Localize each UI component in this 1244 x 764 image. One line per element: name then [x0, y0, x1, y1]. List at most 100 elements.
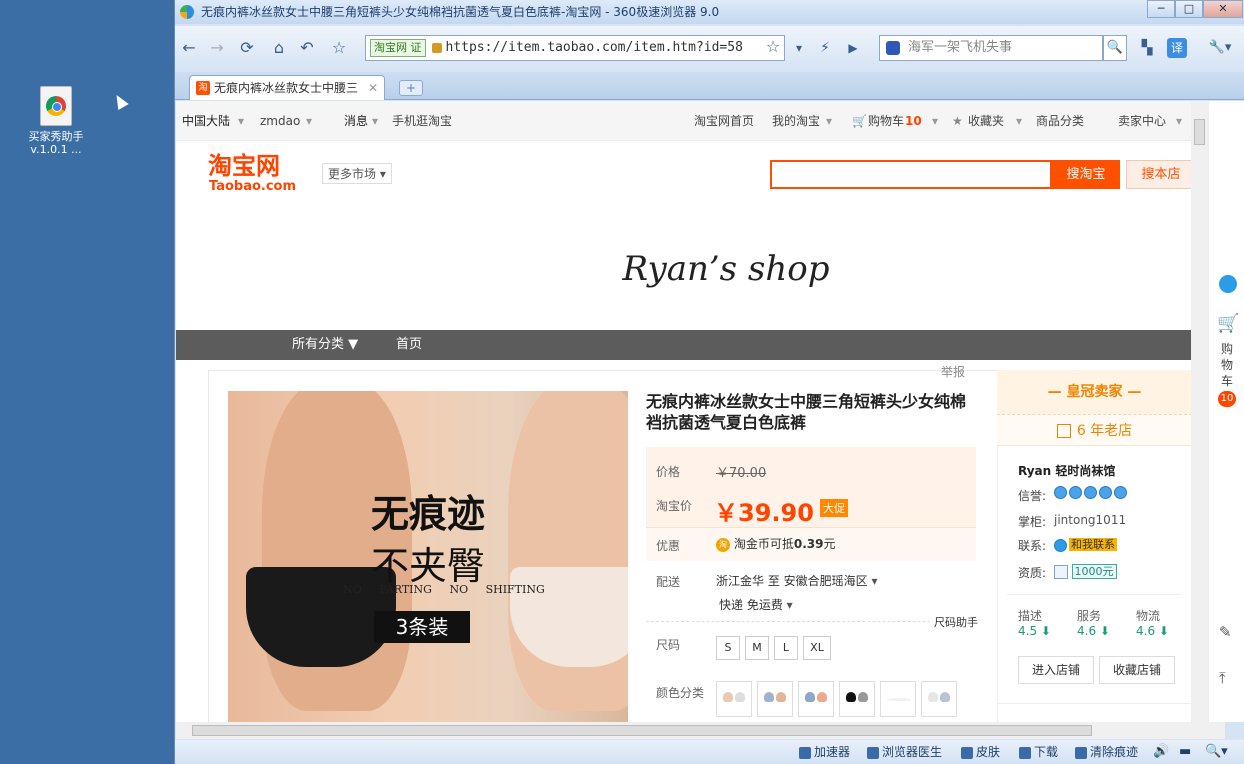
shipping-route[interactable]: 浙江金华 至 安徽合肥瑶海区 ▾: [716, 572, 878, 589]
taobao-logo[interactable]: 淘宝网: [208, 153, 280, 179]
lightning-icon[interactable]: ⚡: [815, 38, 835, 58]
discount-label: 优惠: [656, 539, 681, 553]
refresh-icon[interactable]: ⟳: [237, 38, 257, 58]
divider: [1007, 594, 1182, 595]
tab-close-icon[interactable]: ✕: [368, 76, 378, 100]
color-swatch[interactable]: [716, 681, 752, 717]
window-title: 无痕内裤冰丝款女士中腰三角短裤头少女纯棉裆抗菌透气夏白色底裤-淘宝网 - 360…: [201, 5, 720, 19]
vertical-scrollbar[interactable]: [1191, 101, 1208, 722]
home-icon[interactable]: ⌂: [269, 38, 289, 58]
enter-shop-button[interactable]: 进入店铺: [1018, 656, 1094, 684]
close-button[interactable]: ✕: [1203, 0, 1243, 18]
image-headline-2: 不夹臀: [370, 544, 485, 588]
back-to-top-icon[interactable]: ⤒: [1219, 669, 1226, 687]
color-swatch[interactable]: [880, 681, 916, 717]
color-swatch[interactable]: [921, 681, 957, 717]
size-helper-link[interactable]: 尺码助手: [930, 614, 978, 630]
seller-center-link[interactable]: 卖家中心: [1118, 101, 1166, 141]
product-main-image[interactable]: 无痕迹 不夹臀 NO FARTING NO SHIFTING 3条装: [228, 391, 628, 722]
color-swatch[interactable]: [839, 681, 875, 717]
translate-icon[interactable]: 译: [1167, 38, 1187, 58]
taobao-top-nav: 中国大陆 ▾ zmdao ▾ 消息 ▾ 手机逛淘宝 淘宝网首页 我的淘宝 ▾ 🛒…: [176, 101, 1191, 141]
favorites-link[interactable]: 收藏夹: [968, 101, 1004, 141]
more-market-dropdown[interactable]: 更多市场 ▾: [322, 163, 392, 184]
cart-icon: 🛒: [852, 114, 867, 128]
taobao-favicon-icon: 淘: [196, 81, 210, 95]
network-icon[interactable]: ▬: [1179, 740, 1191, 764]
back-icon[interactable]: ←: [179, 38, 199, 58]
favorite-star-icon[interactable]: ☆: [329, 38, 349, 58]
divider: [646, 621, 976, 622]
forward-icon[interactable]: →: [207, 38, 227, 58]
chevron-down-icon: ▾: [306, 114, 313, 128]
search-input[interactable]: 海军一架飞机失事: [879, 35, 1103, 61]
my-taobao-link[interactable]: 我的淘宝: [772, 101, 820, 141]
shipping-fee[interactable]: 快递 免运费 ▾: [719, 596, 793, 613]
cart-icon[interactable]: 🛒: [1217, 313, 1239, 334]
all-categories-menu[interactable]: 所有分类 ▼: [292, 330, 358, 360]
minimize-button[interactable]: ─: [1147, 0, 1175, 18]
search-shop-button[interactable]: 搜本店: [1126, 160, 1191, 189]
skin-button[interactable]: 皮肤: [961, 740, 1000, 764]
taobao-home-link[interactable]: 淘宝网首页: [694, 101, 754, 141]
chevron-down-icon: ▾: [932, 114, 939, 128]
size-option-xl[interactable]: XL: [803, 636, 831, 660]
shop-title[interactable]: Ryan 轻时尚袜馆: [1018, 462, 1115, 479]
messages-link[interactable]: 消息: [344, 101, 368, 141]
shop-home-link[interactable]: 首页: [396, 330, 422, 360]
new-tab-button[interactable]: +: [399, 80, 423, 96]
accelerator-button[interactable]: 加速器: [799, 740, 850, 764]
extension-icon[interactable]: ▚: [1137, 38, 1157, 58]
size-option-m[interactable]: M: [745, 636, 769, 660]
play-icon[interactable]: ▶: [843, 38, 863, 58]
address-dropdown-icon[interactable]: ▾: [789, 38, 809, 58]
cart-link[interactable]: 购物车: [868, 101, 904, 141]
search-taobao-button[interactable]: 搜淘宝: [1052, 160, 1120, 189]
pencil-icon[interactable]: ✎: [1219, 623, 1232, 641]
shortcut-label: 买家秀助手: [28, 130, 84, 143]
mobile-taobao-link[interactable]: 手机逛淘宝: [392, 101, 452, 141]
size-label: 尺码: [656, 638, 681, 652]
color-swatch[interactable]: [757, 681, 793, 717]
tools-wrench-icon[interactable]: 🔧▾: [1203, 38, 1237, 58]
address-bar[interactable]: 淘宝网 证 https://item.taobao.com/item.htm?id…: [365, 35, 785, 61]
rocket-icon: [799, 746, 811, 759]
cart-count-badge: 10: [1218, 391, 1236, 407]
taobao-search-input[interactable]: [770, 160, 1052, 189]
tab-active[interactable]: 淘 无痕内裤冰丝款女士中腰三 ✕: [189, 75, 385, 100]
image-headline-1: 无痕迹: [370, 491, 485, 536]
desc-label: 描述: [1018, 609, 1043, 623]
tab-bar: 淘 无痕内裤冰丝款女士中腰三 ✕ +: [175, 72, 1244, 100]
categories-link[interactable]: 商品分类: [1036, 101, 1084, 141]
keeper-name[interactable]: jintong1011: [1054, 513, 1126, 527]
clear-traces-button[interactable]: 清除痕迹: [1075, 740, 1138, 764]
search-icon[interactable]: 🔍: [1103, 35, 1127, 61]
contact-button[interactable]: 和我联系: [1054, 536, 1117, 552]
volume-icon[interactable]: 🔊: [1153, 740, 1169, 764]
report-link[interactable]: 举报: [941, 363, 965, 380]
discount-info: 淘 淘金币可抵0.39元: [716, 535, 835, 552]
horizontal-scrollbar[interactable]: [176, 722, 1225, 739]
crown-seller-banner: — 皇冠卖家 —: [997, 370, 1191, 414]
desktop-shortcut[interactable]: 买家秀助手 v.1.0.1 ...: [20, 86, 92, 156]
status-bar: 加速器 浏览器医生 皮肤 下载 清除痕迹 🔊 ▬ 🔍▾: [175, 740, 1244, 764]
browser-doctor-button[interactable]: 浏览器医生: [867, 740, 942, 764]
service-score: 4.6 ⬇: [1077, 624, 1110, 638]
favorite-shop-button[interactable]: 收藏店铺: [1099, 656, 1175, 684]
chevron-down-icon: ▾: [1016, 114, 1023, 128]
region-selector[interactable]: 中国大陆: [182, 101, 230, 141]
size-option-s[interactable]: S: [716, 636, 740, 660]
maximize-button[interactable]: □: [1175, 0, 1203, 18]
cart-label[interactable]: 购物车: [1221, 341, 1235, 389]
taobao-logo-en: Taobao.com: [209, 179, 297, 194]
zoom-icon[interactable]: 🔍▾: [1205, 740, 1228, 764]
download-icon: [1019, 746, 1031, 759]
download-button[interactable]: 下载: [1019, 740, 1058, 764]
undo-icon[interactable]: ↶: [297, 38, 317, 58]
shortcut-version: v.1.0.1 ...: [30, 143, 82, 156]
color-swatch[interactable]: [798, 681, 834, 717]
wangwang-chat-icon[interactable]: [1219, 275, 1237, 293]
bookmark-star-icon[interactable]: ☆: [763, 37, 783, 57]
user-link[interactable]: zmdao: [260, 101, 300, 141]
size-option-l[interactable]: L: [774, 636, 798, 660]
